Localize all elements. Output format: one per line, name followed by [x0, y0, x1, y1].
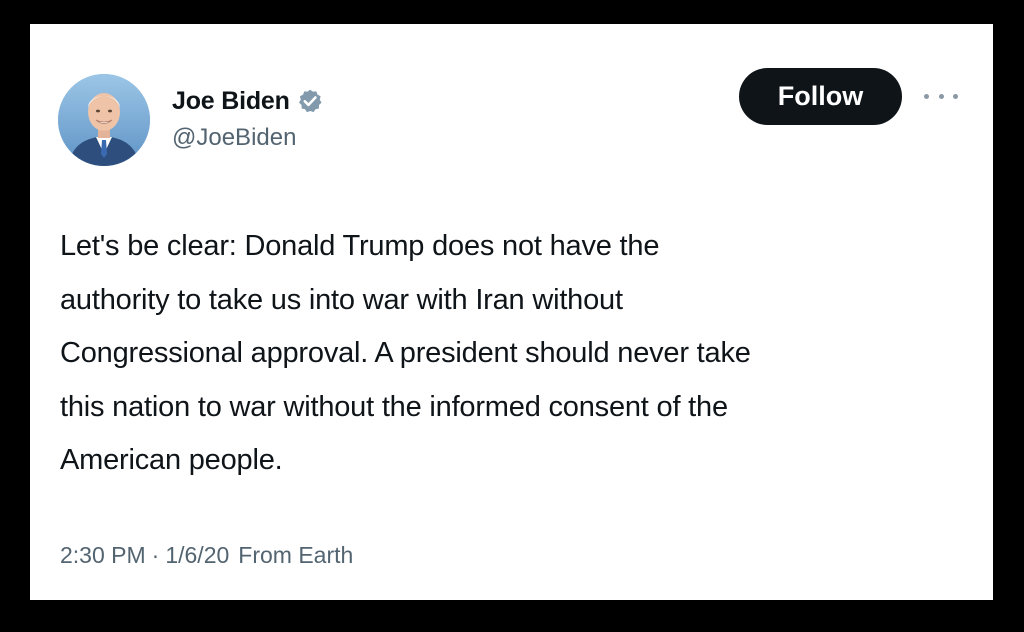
- tweet-text: Let's be clear: Donald Trump does not ha…: [60, 230, 751, 476]
- avatar[interactable]: [58, 74, 150, 166]
- dot: [938, 93, 944, 99]
- dot: [924, 93, 929, 99]
- tweet-date[interactable]: 1/6/20: [165, 542, 229, 569]
- author-name-row: Joe Biden: [172, 84, 323, 118]
- follow-button[interactable]: Follow: [739, 68, 902, 125]
- tweet-time[interactable]: 2:30 PM: [60, 542, 146, 569]
- verified-badge-icon: [298, 89, 322, 113]
- tweet-source: From Earth: [238, 542, 354, 568]
- tweet-card: Joe Biden @JoeBiden Follow Let's be clea…: [30, 24, 993, 600]
- ellipsis-icon[interactable]: [924, 88, 958, 104]
- profile-photo-icon: [58, 74, 150, 166]
- display-name[interactable]: Joe Biden: [172, 87, 290, 116]
- meta-separator: ·: [151, 542, 160, 568]
- dot: [953, 93, 958, 99]
- user-handle[interactable]: @JoeBiden: [172, 124, 296, 152]
- tweet-meta: 2:30 PM · 1/6/20 From Earth: [60, 542, 353, 569]
